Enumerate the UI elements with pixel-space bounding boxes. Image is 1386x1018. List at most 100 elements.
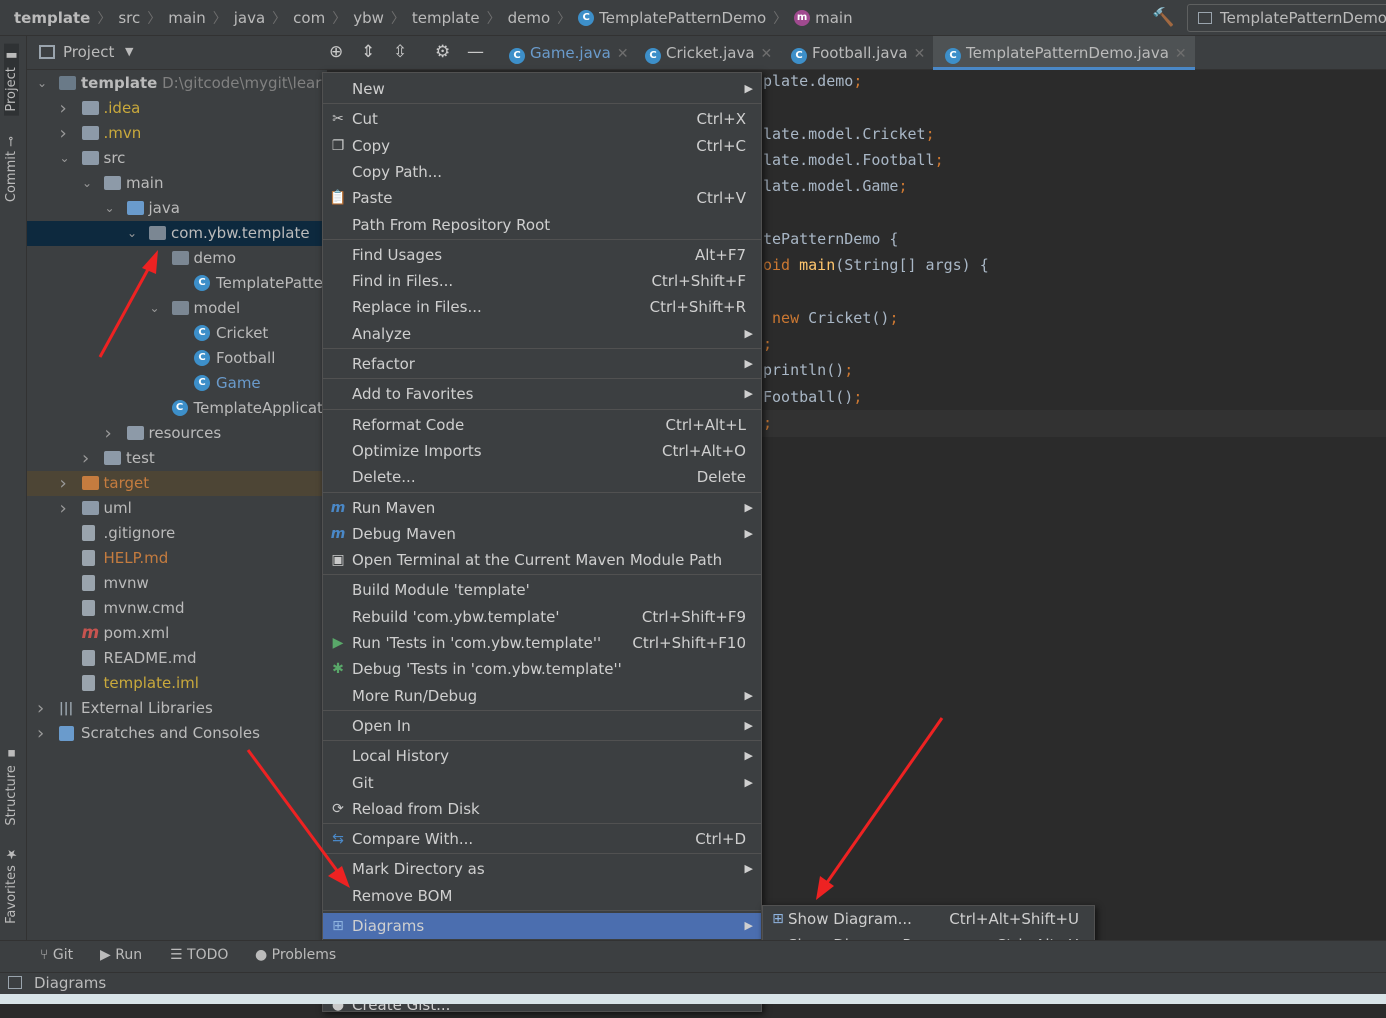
- chevron-down-icon[interactable]: ⌄: [60, 146, 70, 171]
- build-hammer-icon[interactable]: 🔨: [1152, 7, 1174, 28]
- project-view-title[interactable]: Project: [63, 43, 114, 61]
- tree-row[interactable]: mvnw.cmd: [27, 596, 327, 621]
- menu-item[interactable]: ⊞ Diagrams ▶: [323, 913, 761, 939]
- tree-row[interactable]: C TemplateApplication: [27, 396, 327, 421]
- menu-item[interactable]: 📋 Paste Ctrl+V: [323, 185, 761, 211]
- tree-row[interactable]: C TemplatePatternDemo: [27, 271, 327, 296]
- menu-item[interactable]: ✂ Cut Ctrl+X: [323, 106, 761, 132]
- tree-row[interactable]: mvnw: [27, 571, 327, 596]
- tree-row[interactable]: template.iml: [27, 671, 327, 696]
- editor-tab[interactable]: C Cricket.java ✕: [633, 36, 772, 70]
- menu-item[interactable]: Build Module 'template': [323, 577, 761, 603]
- tree-row[interactable]: › Scratches and Consoles: [27, 721, 327, 746]
- chevron-right-icon[interactable]: ›: [105, 421, 112, 446]
- breadcrumb-item[interactable]: main: [168, 9, 205, 27]
- menu-item[interactable]: Rebuild 'com.ybw.template' Ctrl+Shift+F9: [323, 604, 761, 630]
- chevron-right-icon[interactable]: ›: [60, 121, 67, 146]
- tool-tab-structure[interactable]: Structure ▪: [4, 746, 19, 826]
- menu-item[interactable]: Open In ▶: [323, 713, 761, 739]
- expand-all-icon[interactable]: ⇕: [361, 42, 375, 62]
- tree-row[interactable]: m pom.xml: [27, 621, 327, 646]
- menu-item[interactable]: Mark Directory as ▶: [323, 856, 761, 882]
- chevron-right-icon[interactable]: ›: [37, 721, 44, 746]
- tool-tab-project[interactable]: Project ▬: [4, 44, 19, 116]
- menu-item[interactable]: More Run/Debug ▶: [323, 683, 761, 709]
- code-editor[interactable]: plate.demo; late.model.Cricket; late.model…: [761, 70, 1386, 940]
- editor-tab[interactable]: C TemplatePatternDemo.java ✕: [933, 36, 1195, 70]
- menu-item[interactable]: Find in Files... Ctrl+Shift+F: [323, 268, 761, 294]
- menu-item[interactable]: Replace in Files... Ctrl+Shift+R: [323, 294, 761, 320]
- chevron-right-icon[interactable]: ›: [60, 96, 67, 121]
- bottom-tab-git[interactable]: ⑂ Git: [40, 947, 73, 963]
- bottom-tab-run[interactable]: ▶ Run: [100, 947, 142, 963]
- tree-row[interactable]: HELP.md: [27, 546, 327, 571]
- tree-row[interactable]: C Football: [27, 346, 327, 371]
- breadcrumb-item[interactable]: demo: [508, 9, 551, 27]
- menu-item[interactable]: ▣ Open Terminal at the Current Maven Modu…: [323, 547, 761, 573]
- menu-item[interactable]: Local History ▶: [323, 743, 761, 769]
- menu-item[interactable]: ❐ Copy Ctrl+C: [323, 133, 761, 159]
- menu-item[interactable]: New ▶: [323, 76, 761, 102]
- editor-tab[interactable]: C Football.java ✕: [779, 36, 925, 70]
- tree-row[interactable]: ⌄ src: [27, 146, 327, 171]
- breadcrumb-item[interactable]: java: [234, 9, 265, 27]
- run-configuration-selector[interactable]: TemplatePatternDemo: [1187, 4, 1386, 32]
- tree-row[interactable]: ⌄ java: [27, 196, 327, 221]
- chevron-down-icon[interactable]: ⌄: [150, 296, 160, 321]
- tree-row[interactable]: ⌄ demo: [27, 246, 327, 271]
- chevron-down-icon[interactable]: ⌄: [105, 196, 115, 221]
- menu-item[interactable]: Path From Repository Root: [323, 212, 761, 238]
- close-tab-icon[interactable]: ✕: [914, 46, 926, 62]
- close-tab-icon[interactable]: ✕: [617, 46, 629, 62]
- breadcrumb-item[interactable]: ybw: [353, 9, 384, 27]
- breadcrumb-item[interactable]: src: [118, 9, 140, 27]
- tree-row[interactable]: › test: [27, 446, 327, 471]
- project-view-dropdown-icon[interactable]: ▼: [125, 45, 133, 58]
- menu-item[interactable]: Copy Path...: [323, 159, 761, 185]
- bottom-tab-problems[interactable]: ● Problems: [255, 947, 336, 963]
- chevron-down-icon[interactable]: ⌄: [37, 71, 47, 96]
- submenu-item[interactable]: ⊞ Show Diagram... Ctrl+Alt+Shift+U: [763, 906, 1094, 932]
- hide-panel-icon[interactable]: —: [467, 42, 484, 62]
- menu-item[interactable]: Delete... Delete: [323, 464, 761, 490]
- tree-row[interactable]: .gitignore: [27, 521, 327, 546]
- breadcrumb-method[interactable]: main: [815, 9, 852, 27]
- menu-item[interactable]: Optimize Imports Ctrl+Alt+O: [323, 438, 761, 464]
- close-tab-icon[interactable]: ✕: [1175, 46, 1187, 62]
- menu-item[interactable]: Git ▶: [323, 770, 761, 796]
- tree-row[interactable]: › .mvn: [27, 121, 327, 146]
- bottom-tab-todo[interactable]: ☰ TODO: [170, 947, 228, 963]
- menu-item[interactable]: Add to Favorites ▶: [323, 381, 761, 407]
- tree-row[interactable]: › resources: [27, 421, 327, 446]
- chevron-down-icon[interactable]: ⌄: [150, 246, 160, 271]
- menu-item[interactable]: m Run Maven ▶: [323, 495, 761, 521]
- chevron-right-icon[interactable]: ›: [60, 471, 67, 496]
- editor-tab[interactable]: C Game.java ✕: [497, 36, 629, 70]
- menu-item[interactable]: Refactor ▶: [323, 351, 761, 377]
- menu-item[interactable]: Find Usages Alt+F7: [323, 242, 761, 268]
- tool-tab-commit[interactable]: Commit ⊸: [4, 136, 19, 202]
- menu-item[interactable]: Analyze ▶: [323, 321, 761, 347]
- chevron-right-icon[interactable]: ›: [37, 696, 44, 721]
- menu-item[interactable]: ⟳ Reload from Disk: [323, 796, 761, 822]
- chevron-right-icon[interactable]: ›: [60, 496, 67, 521]
- chevron-right-icon[interactable]: ›: [82, 446, 89, 471]
- settings-gear-icon[interactable]: ⚙: [435, 42, 450, 62]
- close-tab-icon[interactable]: ✕: [761, 46, 773, 62]
- menu-item[interactable]: ▶ Run 'Tests in 'com.ybw.template'' Ctrl+S…: [323, 630, 761, 656]
- tree-row[interactable]: › ||| External Libraries: [27, 696, 327, 721]
- menu-item[interactable]: m Debug Maven ▶: [323, 521, 761, 547]
- tree-row[interactable]: ⌄ com.ybw.template: [27, 221, 327, 246]
- menu-item[interactable]: Reformat Code Ctrl+Alt+L: [323, 412, 761, 438]
- tree-row[interactable]: › uml: [27, 496, 327, 521]
- tree-row[interactable]: ⌄ template D:\gitcode\mygit\learn: [27, 71, 327, 96]
- tree-row[interactable]: ⌄ model: [27, 296, 327, 321]
- chevron-down-icon[interactable]: ⌄: [82, 171, 92, 196]
- tree-row[interactable]: C Game: [27, 371, 327, 396]
- breadcrumb-class[interactable]: TemplatePatternDemo: [599, 9, 766, 27]
- tree-row[interactable]: › target: [27, 471, 327, 496]
- menu-item[interactable]: ✱ Debug 'Tests in 'com.ybw.template'': [323, 656, 761, 682]
- breadcrumb-item[interactable]: template: [412, 9, 480, 27]
- tree-row[interactable]: › .idea: [27, 96, 327, 121]
- tree-row[interactable]: README.md: [27, 646, 327, 671]
